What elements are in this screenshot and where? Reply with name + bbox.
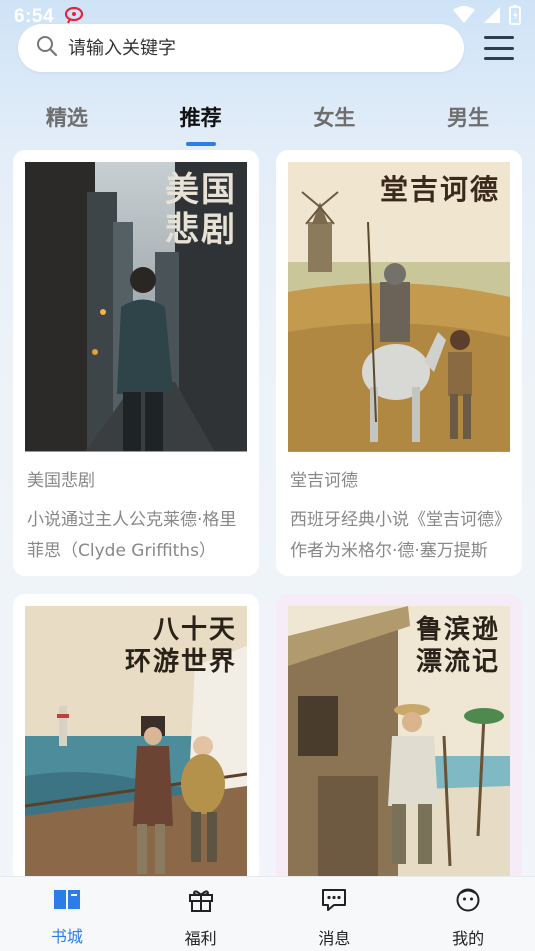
book-grid: 美国 悲剧 美国悲剧 小说通过主人公克莱德·格里菲思（Clyde Griffit… xyxy=(13,150,522,876)
cover-text: 鲁滨逊 xyxy=(415,615,500,645)
search-icon xyxy=(36,35,58,61)
nav-label: 福利 xyxy=(184,929,217,948)
book-cover: 鲁滨逊 漂流记 xyxy=(288,606,510,876)
tab-male[interactable]: 男生 xyxy=(401,96,535,150)
book-description: 西班牙经典小说《堂吉诃德》作者为米格尔·德·塞万提斯 xyxy=(290,510,503,561)
book-card[interactable]: 美国 悲剧 美国悲剧 小说通过主人公克莱德·格里菲思（Clyde Griffit… xyxy=(13,150,259,576)
cover-text: 美国 xyxy=(165,170,237,210)
tab-featured[interactable]: 精选 xyxy=(0,96,134,150)
profile-icon xyxy=(455,887,481,917)
wifi-icon xyxy=(453,5,475,29)
book-title: 美国悲剧 xyxy=(27,471,95,491)
nav-label: 书城 xyxy=(50,927,83,946)
book-card[interactable]: 八十天 环游世界 xyxy=(13,594,259,876)
battery-icon xyxy=(509,4,521,30)
nav-label: 消息 xyxy=(318,929,351,948)
gift-icon xyxy=(188,887,214,917)
book-description: 小说通过主人公克莱德·格里菲思（Clyde Griffiths） xyxy=(27,510,237,561)
book-cover: 美国 悲剧 xyxy=(25,162,247,452)
category-tabs: 精选 推荐 女生 男生 xyxy=(0,96,535,150)
cover-text: 堂吉诃德 xyxy=(379,173,500,206)
nav-benefits[interactable]: 福利 xyxy=(134,877,268,951)
nav-profile[interactable]: 我的 xyxy=(401,877,535,951)
tab-female[interactable]: 女生 xyxy=(268,96,402,150)
book-card[interactable]: 堂吉诃德 堂吉诃德 西班牙经典小说《堂吉诃德》作者为米格尔·德·塞万提斯 xyxy=(276,150,522,576)
message-icon xyxy=(320,887,348,917)
search-input[interactable] xyxy=(68,37,428,59)
cover-text: 环游世界 xyxy=(124,647,237,677)
nav-bookstore[interactable]: 书城 xyxy=(0,877,134,951)
signal-icon xyxy=(483,6,501,29)
menu-button[interactable] xyxy=(484,36,514,60)
cover-text: 八十天 xyxy=(152,615,237,645)
book-icon xyxy=(53,887,81,915)
nav-label: 我的 xyxy=(452,929,485,948)
book-card[interactable]: 鲁滨逊 漂流记 xyxy=(276,594,522,876)
book-cover: 八十天 环游世界 xyxy=(25,606,247,876)
cover-text: 悲剧 xyxy=(165,210,237,250)
search-bar[interactable] xyxy=(18,24,464,72)
nav-messages[interactable]: 消息 xyxy=(268,877,402,951)
book-cover: 堂吉诃德 xyxy=(288,162,510,452)
cover-text: 漂流记 xyxy=(415,647,500,677)
bottom-navigation: 书城 福利 消息 我的 xyxy=(0,876,535,951)
menu-icon xyxy=(484,36,514,39)
tab-recommended[interactable]: 推荐 xyxy=(134,96,268,150)
book-title: 堂吉诃德 xyxy=(290,471,358,491)
